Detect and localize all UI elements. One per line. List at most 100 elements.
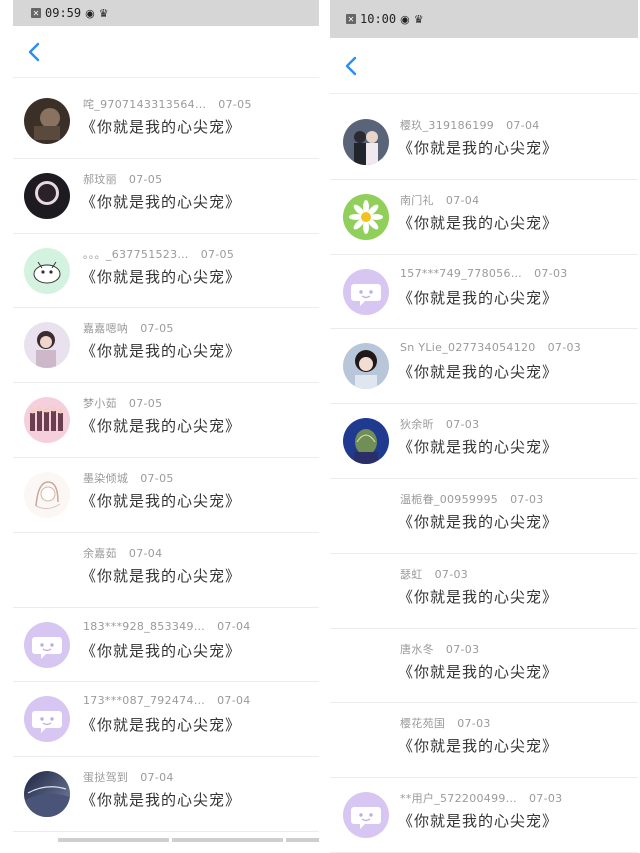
comment-date: 07-03 — [510, 492, 544, 506]
user-avatar[interactable] — [24, 172, 70, 219]
comment-date: 07-03 — [434, 567, 469, 581]
comment-meta: 南门礼 07-04 — [400, 192, 479, 208]
status-time: 09:59 — [45, 6, 82, 20]
user-avatar[interactable] — [343, 343, 389, 390]
username[interactable]: 余嘉茹 — [83, 547, 117, 560]
username[interactable]: 蛋挞驾到 — [83, 771, 128, 784]
scroll-indicator — [58, 838, 319, 842]
username[interactable]: 瑟虹 — [400, 568, 423, 581]
comment-row[interactable]: 183***928_853349… 07-04 《你就是我的心尖宠》 — [13, 608, 319, 683]
username[interactable]: **用户_572200499… — [400, 792, 517, 805]
comment-row[interactable]: Sn YLie_027734054120 07-03 《你就是我的心尖宠》 — [330, 329, 638, 405]
comment-meta: 瑟虹 07-03 — [400, 566, 468, 582]
crown-icon: ♛ — [98, 6, 109, 20]
comment-meta: 余嘉茹 07-04 — [83, 545, 162, 561]
comment-date: 07-05 — [218, 98, 252, 111]
default-avatar-chat-icon[interactable] — [24, 696, 70, 743]
comment-text: 《你就是我的心尖宠》 — [81, 566, 242, 585]
comment-row[interactable]: 梦小茹 07-05 《你就是我的心尖宠》 — [13, 383, 319, 458]
comment-row[interactable]: **用户_572200499… 07-03 《你就是我的心尖宠》 — [330, 778, 638, 853]
user-avatar[interactable] — [24, 771, 70, 818]
username[interactable]: 183***928_853349… — [83, 620, 205, 633]
username[interactable]: 墨染倾城 — [83, 472, 128, 485]
comment-meta: 咤_9707143313564… 07-05 — [83, 96, 252, 112]
default-avatar-chat-icon[interactable] — [343, 792, 389, 839]
comment-text: 《你就是我的心尖宠》 — [81, 491, 242, 510]
comment-date: 07-04 — [217, 619, 251, 633]
username[interactable]: 。。。_637751523… — [83, 248, 189, 261]
weibo-icon: ◉ — [400, 12, 410, 26]
comment-row[interactable]: 樱玖_319186199 07-04 《你就是我的心尖宠》 — [330, 105, 638, 180]
comment-row[interactable]: 狄余昕 07-03 《你就是我的心尖宠》 — [330, 404, 638, 479]
comment-date: 07-04 — [506, 119, 540, 132]
comment-row[interactable]: 173***087_792474… 07-04 《你就是我的心尖宠》 — [13, 682, 319, 758]
comment-row[interactable]: 嘉嘉嗯呐 07-05 《你就是我的心尖宠》 — [13, 308, 319, 384]
user-avatar[interactable] — [343, 193, 389, 240]
comment-date: 07-04 — [128, 546, 163, 560]
comment-row[interactable]: 蛋挞驾到 07-04 《你就是我的心尖宠》 — [13, 757, 319, 832]
comment-meta: 嘉嘉嗯呐 07-05 — [83, 320, 174, 336]
user-avatar[interactable] — [24, 98, 70, 144]
comment-row[interactable]: 瑟虹 07-03 《你就是我的心尖宠》 — [330, 554, 638, 629]
comment-text: 《你就是我的心尖宠》 — [81, 641, 242, 660]
username[interactable]: 唐水冬 — [400, 643, 434, 656]
comment-text: 《你就是我的心尖宠》 — [398, 812, 559, 831]
comment-meta: 183***928_853349… 07-04 — [83, 620, 251, 633]
username[interactable]: 咤_9707143313564… — [83, 98, 206, 111]
username[interactable]: 173***087_792474… — [83, 694, 205, 707]
comment-row[interactable]: 樱花苑国 07-03 《你就是我的心尖宠》 — [330, 703, 638, 779]
comment-text: 《你就是我的心尖宠》 — [81, 417, 242, 436]
comment-row[interactable]: 余嘉茹 07-04 《你就是我的心尖宠》 — [13, 533, 319, 608]
comment-text: 《你就是我的心尖宠》 — [398, 363, 559, 382]
comment-date: 07-03 — [529, 792, 563, 806]
user-avatar[interactable] — [343, 119, 389, 165]
comment-text: 《你就是我的心尖宠》 — [398, 512, 559, 531]
comment-meta: 温栀眷_00959995 07-03 — [400, 491, 544, 507]
left-screenshot: ✕ 09:59 ◉ ♛ 咤_9707143313564… 07-05 《你就是我的心… — [13, 0, 319, 842]
username[interactable]: 樱玖_319186199 — [400, 119, 494, 132]
comment-date: 07-03 — [445, 418, 480, 432]
comment-row[interactable]: 157***749_778056… 07-03 《你就是我的心尖宠》 — [330, 255, 638, 330]
comment-meta: 樱花苑国 07-03 — [400, 715, 491, 731]
comment-list: 咤_9707143313564… 07-05 《你就是我的心尖宠》 郝玟丽 07-05 《… — [13, 84, 319, 832]
comment-row[interactable]: 咤_9707143313564… 07-05 《你就是我的心尖宠》 — [13, 84, 319, 159]
comment-row[interactable]: 温栀眷_00959995 07-03 《你就是我的心尖宠》 — [330, 479, 638, 554]
comment-meta: 墨染倾城 07-05 — [83, 470, 174, 486]
comment-meta: 梦小茹 07-05 — [83, 395, 162, 411]
comment-text: 《你就是我的心尖宠》 — [398, 737, 559, 756]
comment-row[interactable]: 唐水冬 07-03 《你就是我的心尖宠》 — [330, 629, 638, 704]
username[interactable]: 嘉嘉嗯呐 — [83, 322, 128, 335]
comment-text: 《你就是我的心尖宠》 — [398, 438, 559, 457]
default-avatar-chat-icon[interactable] — [343, 268, 389, 315]
comment-row[interactable]: 南门礼 07-04 《你就是我的心尖宠》 — [330, 180, 638, 255]
chevron-left-icon[interactable] — [23, 40, 47, 64]
chevron-left-icon[interactable] — [340, 54, 364, 78]
username[interactable]: 郝玟丽 — [83, 173, 117, 186]
username[interactable]: Sn YLie_027734054120 — [400, 341, 536, 354]
comment-text: 《你就是我的心尖宠》 — [81, 192, 242, 211]
user-avatar[interactable] — [24, 322, 70, 369]
user-avatar[interactable] — [24, 471, 70, 518]
username[interactable]: 温栀眷_00959995 — [400, 493, 498, 506]
username[interactable]: 南门礼 — [400, 194, 434, 207]
username[interactable]: 157***749_778056… — [400, 267, 522, 280]
comment-date: 07-03 — [534, 266, 568, 280]
user-avatar[interactable] — [24, 247, 70, 294]
comment-row[interactable]: 。。。_637751523… 07-05 《你就是我的心尖宠》 — [13, 234, 319, 309]
comment-row[interactable]: 郝玟丽 07-05 《你就是我的心尖宠》 — [13, 159, 319, 234]
user-avatar[interactable] — [343, 418, 389, 465]
comment-meta: 郝玟丽 07-05 — [83, 171, 162, 187]
username[interactable]: 狄余昕 — [400, 418, 434, 431]
comment-text: 《你就是我的心尖宠》 — [398, 587, 559, 606]
username[interactable]: 梦小茹 — [83, 397, 117, 410]
username[interactable]: 樱花苑国 — [400, 717, 445, 730]
status-bar: ✕ 10:00 ◉ ♛ — [330, 0, 638, 38]
comment-text: 《你就是我的心尖宠》 — [81, 267, 242, 286]
comment-meta: 狄余昕 07-03 — [400, 416, 479, 432]
comment-date: 07-05 — [140, 471, 174, 485]
comment-text: 《你就是我的心尖宠》 — [81, 716, 242, 735]
user-avatar[interactable] — [24, 397, 70, 444]
comment-row[interactable]: 墨染倾城 07-05 《你就是我的心尖宠》 — [13, 458, 319, 533]
default-avatar-chat-icon[interactable] — [24, 621, 70, 668]
comment-meta: 蛋挞驾到 07-04 — [83, 769, 174, 785]
